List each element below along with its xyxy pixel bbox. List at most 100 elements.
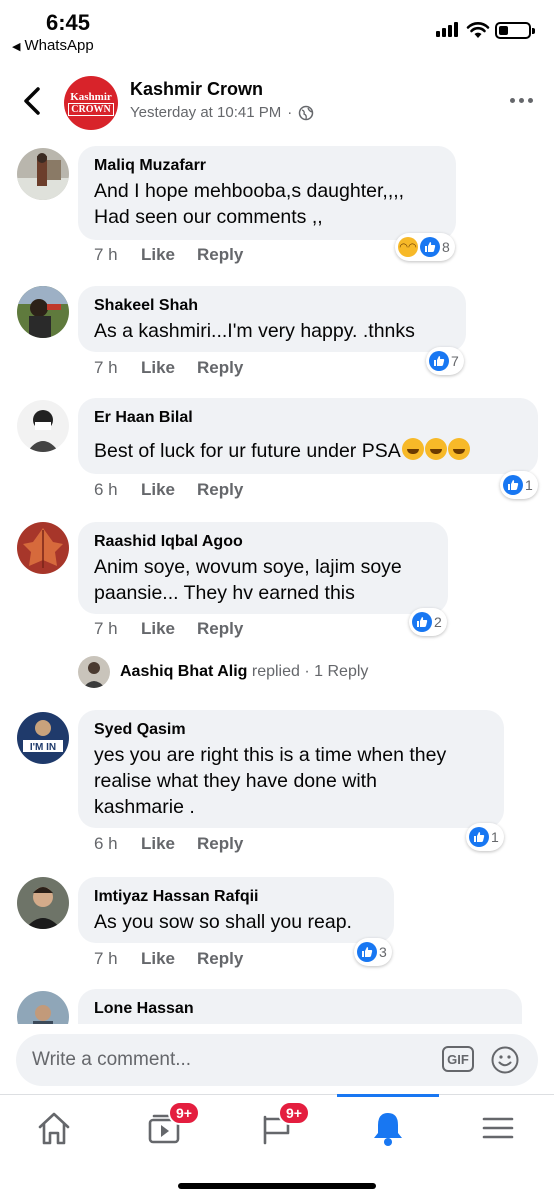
- comment-bubble[interactable]: Er Haan Bilal Best of luck for ur future…: [78, 398, 538, 474]
- comment-text: As you sow so shall you reap.: [94, 911, 352, 933]
- reply-button[interactable]: Reply: [197, 619, 243, 639]
- avatar[interactable]: [17, 991, 69, 1024]
- comment-time: 7 h: [94, 358, 118, 377]
- comments-list: Maliq Muzafarr And I hope mehbooba,s dau…: [0, 144, 554, 1024]
- reply-button[interactable]: Reply: [197, 480, 243, 500]
- comment-bubble[interactable]: Syed Qasim yes you are right this is a t…: [78, 710, 504, 828]
- like-reaction-icon: [429, 351, 449, 371]
- comment-author[interactable]: Lone Hassan: [94, 999, 506, 1019]
- comment-actions: 7 h Like Reply: [94, 949, 243, 969]
- reply-button[interactable]: Reply: [197, 358, 243, 378]
- comment-author[interactable]: Syed Qasim: [94, 720, 488, 740]
- notification-badge: 9+: [168, 1101, 200, 1125]
- watch-tab[interactable]: 9+: [136, 1101, 200, 1153]
- avatar: [78, 656, 110, 688]
- comment-author[interactable]: Shakeel Shah: [94, 296, 450, 316]
- reply-button[interactable]: Reply: [197, 834, 243, 854]
- reaction-count: 1: [525, 477, 533, 493]
- avatar[interactable]: [17, 400, 69, 452]
- rofl-emoji-icon: [424, 438, 447, 460]
- rofl-emoji-icon: [447, 438, 470, 460]
- notification-badge: 9+: [278, 1101, 310, 1125]
- like-button[interactable]: Like: [141, 949, 197, 969]
- page-logo[interactable]: Kashmir CROWN: [64, 76, 118, 130]
- gif-button[interactable]: GIF: [442, 1046, 474, 1072]
- view-replies-link[interactable]: 1 Reply: [314, 663, 368, 680]
- reaction-count: 1: [491, 829, 499, 845]
- avatar[interactable]: [17, 286, 69, 338]
- like-button[interactable]: Like: [141, 245, 197, 265]
- post-meta: Yesterday at 10:41 PM ·: [130, 104, 314, 121]
- wifi-icon: [466, 22, 490, 38]
- comment-author[interactable]: Er Haan Bilal: [94, 408, 522, 428]
- status-bar: 6:45 ◀ WhatsApp: [0, 0, 554, 62]
- reaction-summary[interactable]: 3: [354, 938, 392, 966]
- comment-input-container[interactable]: GIF: [16, 1034, 538, 1086]
- reaction-count: 7: [451, 353, 459, 369]
- back-app-label: WhatsApp: [24, 37, 94, 54]
- cellular-signal-icon: [436, 22, 458, 37]
- reaction-summary[interactable]: 7: [426, 347, 464, 375]
- clock: 6:45: [46, 10, 91, 35]
- page-name[interactable]: Kashmir Crown: [130, 79, 263, 100]
- comment-author[interactable]: Imtiyaz Hassan Rafqii: [94, 887, 378, 907]
- like-button[interactable]: Like: [141, 480, 197, 500]
- comment-composer: GIF: [0, 1024, 554, 1094]
- reaction-summary[interactable]: 1: [466, 823, 504, 851]
- reply-button[interactable]: Reply: [197, 949, 243, 969]
- comment-time: 7 h: [94, 245, 118, 264]
- reaction-summary[interactable]: ◠◠ 8: [395, 233, 455, 261]
- like-reaction-icon: [357, 942, 377, 962]
- avatar[interactable]: [17, 522, 69, 574]
- comment-bubble[interactable]: Imtiyaz Hassan Rafqii As you sow so shal…: [78, 877, 394, 943]
- like-button[interactable]: Like: [141, 619, 197, 639]
- avatar[interactable]: I'M IN: [17, 712, 69, 764]
- home-icon[interactable]: [24, 1103, 84, 1153]
- haha-reaction-icon: ◠◠: [398, 237, 418, 257]
- active-tab-indicator: [337, 1094, 439, 1097]
- replier-name[interactable]: Aashiq Bhat Alig: [120, 663, 247, 680]
- like-reaction-icon: [420, 237, 440, 257]
- avatar[interactable]: [17, 148, 69, 200]
- reaction-count: 3: [379, 944, 387, 960]
- comment-time: 7 h: [94, 949, 118, 968]
- globe-icon: [298, 105, 314, 120]
- emoji-icon[interactable]: [490, 1045, 520, 1075]
- comment-bubble[interactable]: Raashid Iqbal Agoo Anim soye, wovum soye…: [78, 522, 448, 614]
- back-to-app-link[interactable]: ◀ WhatsApp: [12, 37, 94, 54]
- comment-text: Anim soye, wovum soye, lajim soye paansi…: [94, 556, 402, 604]
- bell-icon[interactable]: [358, 1103, 418, 1153]
- comment-actions: 7 h Like Reply: [94, 245, 243, 265]
- comment-author[interactable]: Maliq Muzafarr: [94, 156, 440, 176]
- comment-actions: 6 h Like Reply: [94, 834, 243, 854]
- home-indicator[interactable]: [178, 1183, 376, 1189]
- battery-icon: [495, 22, 535, 39]
- reply-button[interactable]: Reply: [197, 245, 243, 265]
- rofl-emoji-icon: [401, 438, 424, 460]
- comment-actions: 6 h Like Reply: [94, 480, 243, 500]
- comment-bubble[interactable]: Shakeel Shah As a kashmiri...I'm very ha…: [78, 286, 466, 352]
- comment-author[interactable]: Raashid Iqbal Agoo: [94, 532, 432, 552]
- comment-bubble[interactable]: Lone Hassan: [78, 989, 522, 1024]
- comment-text: Best of luck for ur future under PSA: [94, 438, 522, 464]
- reaction-summary[interactable]: 1: [500, 471, 538, 499]
- reaction-summary[interactable]: 2: [409, 608, 447, 636]
- avatar[interactable]: [17, 877, 69, 929]
- comment-input[interactable]: [32, 1046, 432, 1074]
- reply-summary[interactable]: Aashiq Bhat Alig replied · 1 Reply: [78, 656, 368, 688]
- menu-icon[interactable]: [468, 1103, 528, 1153]
- like-reaction-icon: [503, 475, 523, 495]
- comment-time: 6 h: [94, 480, 118, 499]
- like-button[interactable]: Like: [141, 358, 197, 378]
- more-options-icon[interactable]: [510, 98, 533, 103]
- comment-time: 7 h: [94, 619, 118, 638]
- back-arrow-icon[interactable]: [18, 84, 48, 118]
- like-button[interactable]: Like: [141, 834, 197, 854]
- comment-text: And I hope mehbooba,s daughter,,,, Had s…: [94, 180, 405, 228]
- pages-tab[interactable]: 9+: [248, 1101, 310, 1153]
- reaction-count: 8: [442, 239, 450, 255]
- back-triangle-icon: ◀: [12, 41, 21, 53]
- comment-bubble[interactable]: Maliq Muzafarr And I hope mehbooba,s dau…: [78, 146, 456, 240]
- reaction-count: 2: [434, 614, 442, 630]
- like-reaction-icon: [412, 612, 432, 632]
